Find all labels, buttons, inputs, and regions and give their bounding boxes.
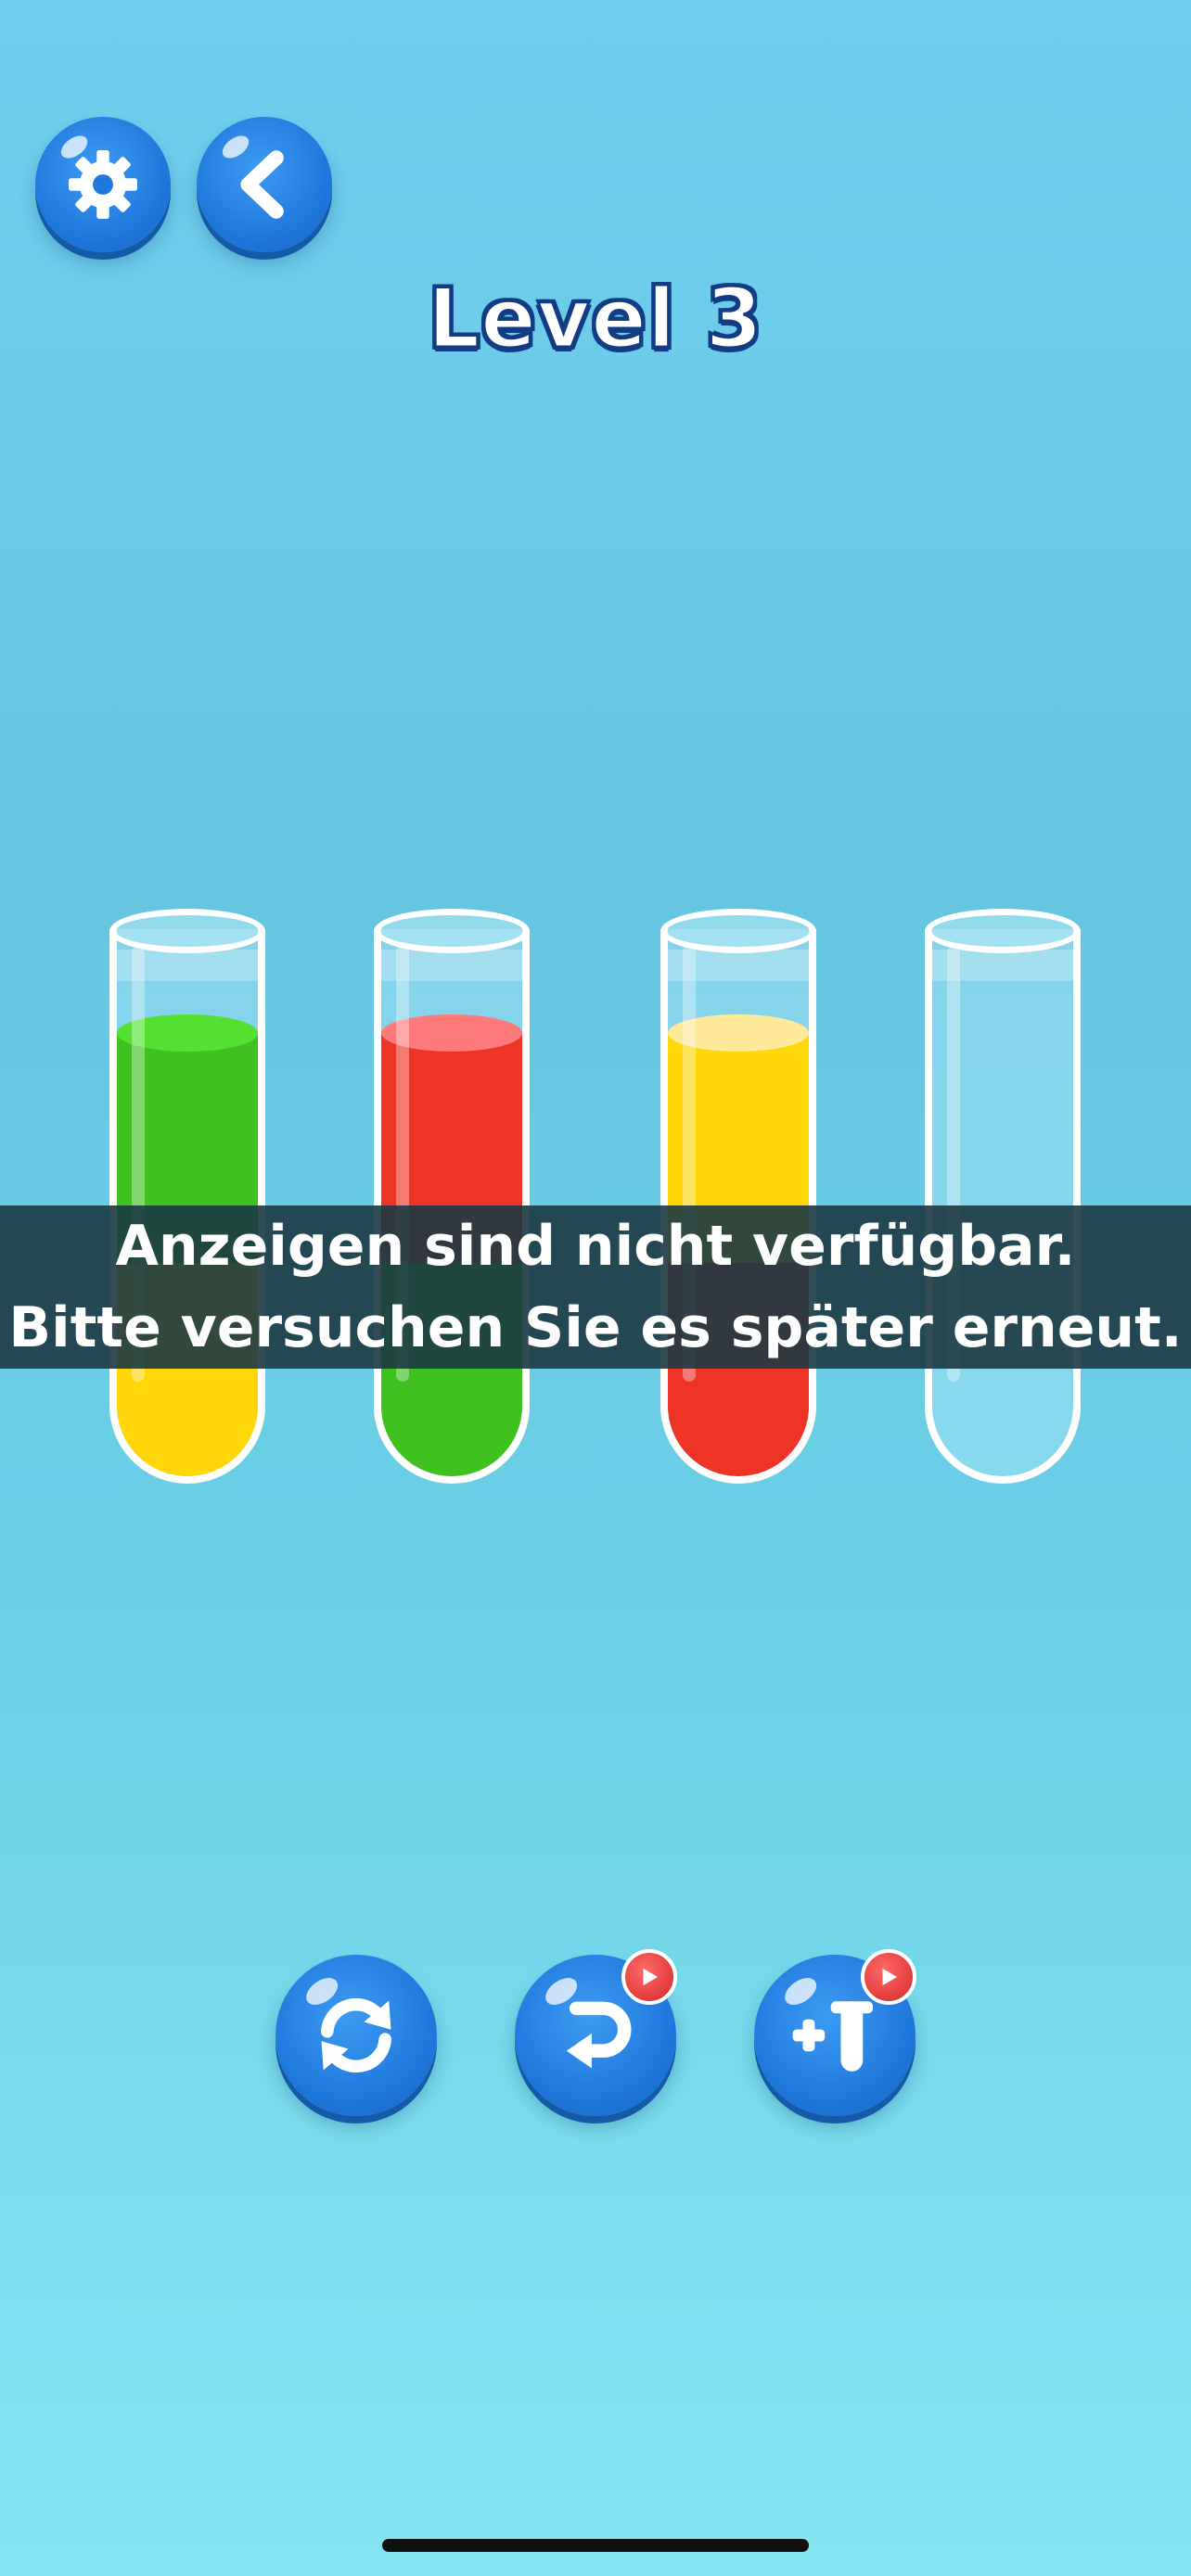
tube-rim <box>925 909 1081 953</box>
add-tube-icon <box>792 2001 874 2072</box>
gear-icon <box>69 150 137 219</box>
home-indicator[interactable] <box>382 2539 809 2552</box>
chevron-left-icon <box>240 150 284 219</box>
level-title: Level 3 <box>427 270 764 368</box>
tube-rim <box>374 909 530 953</box>
video-play-icon <box>643 1968 659 1986</box>
video-play-icon <box>882 1968 898 1986</box>
restart-button[interactable] <box>275 1955 437 2116</box>
settings-button[interactable] <box>35 117 171 252</box>
video-ad-badge <box>861 1949 916 2005</box>
video-ad-badge <box>621 1949 677 2005</box>
refresh-icon <box>321 1997 391 2073</box>
tube-rim <box>660 909 816 953</box>
tube-4[interactable] <box>925 909 1081 1484</box>
tube-2[interactable] <box>374 909 530 1484</box>
tube-rim <box>109 909 265 953</box>
back-button[interactable] <box>197 117 332 252</box>
tube-1[interactable] <box>109 909 265 1484</box>
ad-unavailable-banner: Anzeigen sind nicht verfügbar. Bitte ver… <box>0 1205 1191 1369</box>
ad-notice-line-1: Anzeigen sind nicht verfügbar. <box>115 1214 1076 1279</box>
ad-notice-line-2: Bitte versuchen Sie es später erneut. <box>8 1295 1183 1360</box>
tube-3[interactable] <box>660 909 816 1484</box>
undo-icon <box>566 2001 632 2069</box>
